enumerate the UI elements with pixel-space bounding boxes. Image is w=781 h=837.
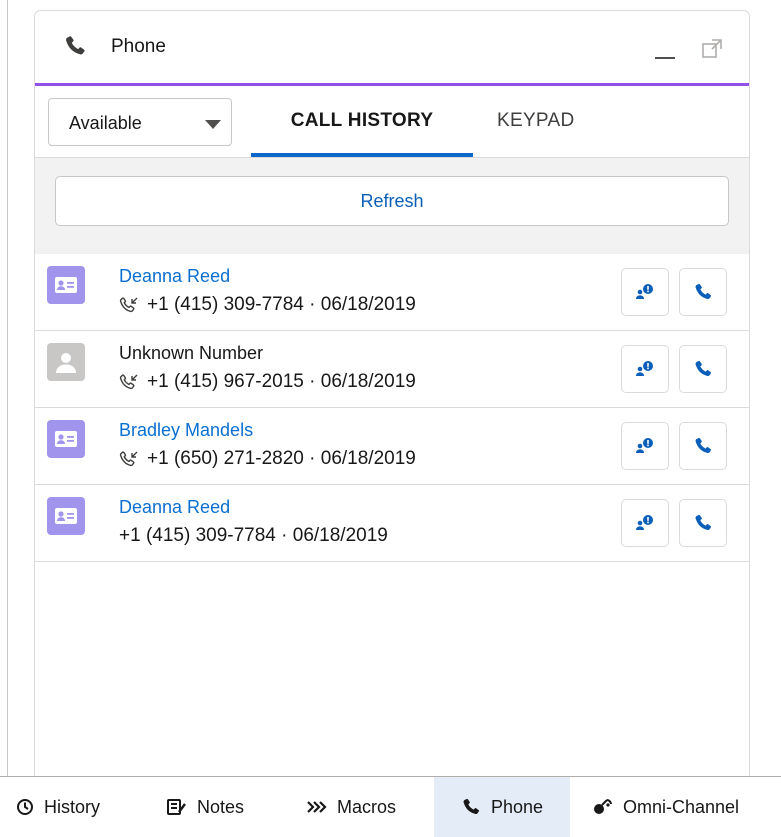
call-detail: +1 (650) 271-2820 · 06/18/2019 <box>119 448 416 470</box>
list-item[interactable]: Bradley Mandels +1 (650) 271-2820 · 06/1… <box>35 408 749 485</box>
popout-icon[interactable] <box>701 38 723 65</box>
unknown-caller-avatar <box>47 343 85 381</box>
utility-item-phone[interactable]: Phone <box>434 777 570 837</box>
utility-item-label: Phone <box>490 796 544 817</box>
caller-name-link[interactable]: Deanna Reed <box>119 266 230 287</box>
call-detail: +1 (415) 309-7784 · 06/18/2019 <box>119 294 416 316</box>
call-back-button[interactable] <box>679 499 727 547</box>
call-detail-text: +1 (415) 309-7784 · 06/18/2019 <box>119 525 388 546</box>
log-call-icon <box>636 515 653 530</box>
contact-avatar <box>47 266 85 304</box>
utility-item-notes[interactable]: Notes <box>167 777 287 837</box>
utility-item-macros[interactable]: Macros <box>307 777 427 837</box>
utility-item-label: Macros <box>337 796 397 817</box>
log-call-icon <box>636 284 653 299</box>
incoming-call-icon <box>119 296 139 314</box>
omni-channel-icon <box>594 799 612 814</box>
call-back-button[interactable] <box>679 422 727 470</box>
phone-icon <box>695 283 712 300</box>
list-item[interactable]: Unknown Number +1 (415) 967-2015 · 06/18… <box>35 331 749 408</box>
tab-keypad[interactable]: KEYPAD <box>497 110 574 132</box>
log-call-button[interactable] <box>621 422 669 470</box>
log-call-button[interactable] <box>621 268 669 316</box>
caller-name-link[interactable]: Deanna Reed <box>119 497 230 518</box>
call-detail-text: +1 (650) 271-2820 · 06/18/2019 <box>147 448 416 469</box>
presence-status-select[interactable]: Available <box>48 98 232 146</box>
presence-status-value: Available <box>69 113 142 133</box>
phone-icon <box>695 360 712 377</box>
caller-name: Unknown Number <box>119 343 264 363</box>
log-call-button[interactable] <box>621 499 669 547</box>
incoming-call-icon <box>119 373 139 391</box>
caller-name-link[interactable]: Bradley Mandels <box>119 420 253 441</box>
call-detail: +1 (415) 967-2015 · 06/18/2019 <box>119 371 416 393</box>
page-left-border <box>7 0 8 776</box>
call-back-button[interactable] <box>679 268 727 316</box>
utility-bar: History Notes Macros Phone Omni-Channel <box>0 776 781 837</box>
call-history-list: Deanna Reed +1 (415) 309-7784 · 06/18/20… <box>35 254 749 562</box>
call-back-button[interactable] <box>679 345 727 393</box>
incoming-call-icon <box>119 450 139 468</box>
chevron-down-icon <box>205 120 221 129</box>
call-detail: +1 (415) 309-7784 · 06/18/2019 <box>119 525 388 547</box>
utility-item-label: History <box>44 796 101 817</box>
contact-avatar <box>47 420 85 458</box>
phone-icon <box>695 437 712 454</box>
phone-icon <box>63 34 87 63</box>
phone-icon <box>463 798 480 815</box>
tabs-row: Available CALL HISTORY KEYPAD <box>35 86 749 157</box>
list-item[interactable]: Deanna Reed +1 (415) 309-7784 · 06/18/20… <box>35 485 749 562</box>
list-item[interactable]: Deanna Reed +1 (415) 309-7784 · 06/18/20… <box>35 254 749 331</box>
panel-header: Phone <box>35 11 749 86</box>
tab-label: CALL HISTORY <box>290 110 434 131</box>
call-detail-text: +1 (415) 309-7784 · 06/18/2019 <box>147 294 416 315</box>
refresh-button[interactable]: Refresh <box>55 176 729 226</box>
macros-icon <box>307 801 327 813</box>
clock-icon <box>17 799 33 815</box>
phone-icon <box>695 514 712 531</box>
utility-item-omni-channel[interactable]: Omni-Channel <box>591 777 776 837</box>
refresh-area: Refresh <box>35 157 749 254</box>
log-call-icon <box>636 438 653 453</box>
tab-label: KEYPAD <box>497 110 575 131</box>
utility-item-label: Omni-Channel <box>623 796 740 817</box>
contact-avatar <box>47 497 85 535</box>
minimize-button[interactable] <box>655 57 675 59</box>
utility-item-label: Notes <box>197 796 245 817</box>
utility-item-history[interactable]: History <box>16 777 146 837</box>
log-call-button[interactable] <box>621 345 669 393</box>
tab-call-history[interactable]: CALL HISTORY <box>251 110 473 157</box>
phone-panel: Phone Available CALL HISTORY KEYPAD Refr… <box>34 10 750 776</box>
call-detail-text: +1 (415) 967-2015 · 06/18/2019 <box>147 371 416 392</box>
log-call-icon <box>636 361 653 376</box>
notes-icon <box>167 799 186 815</box>
panel-title: Phone <box>111 36 166 57</box>
